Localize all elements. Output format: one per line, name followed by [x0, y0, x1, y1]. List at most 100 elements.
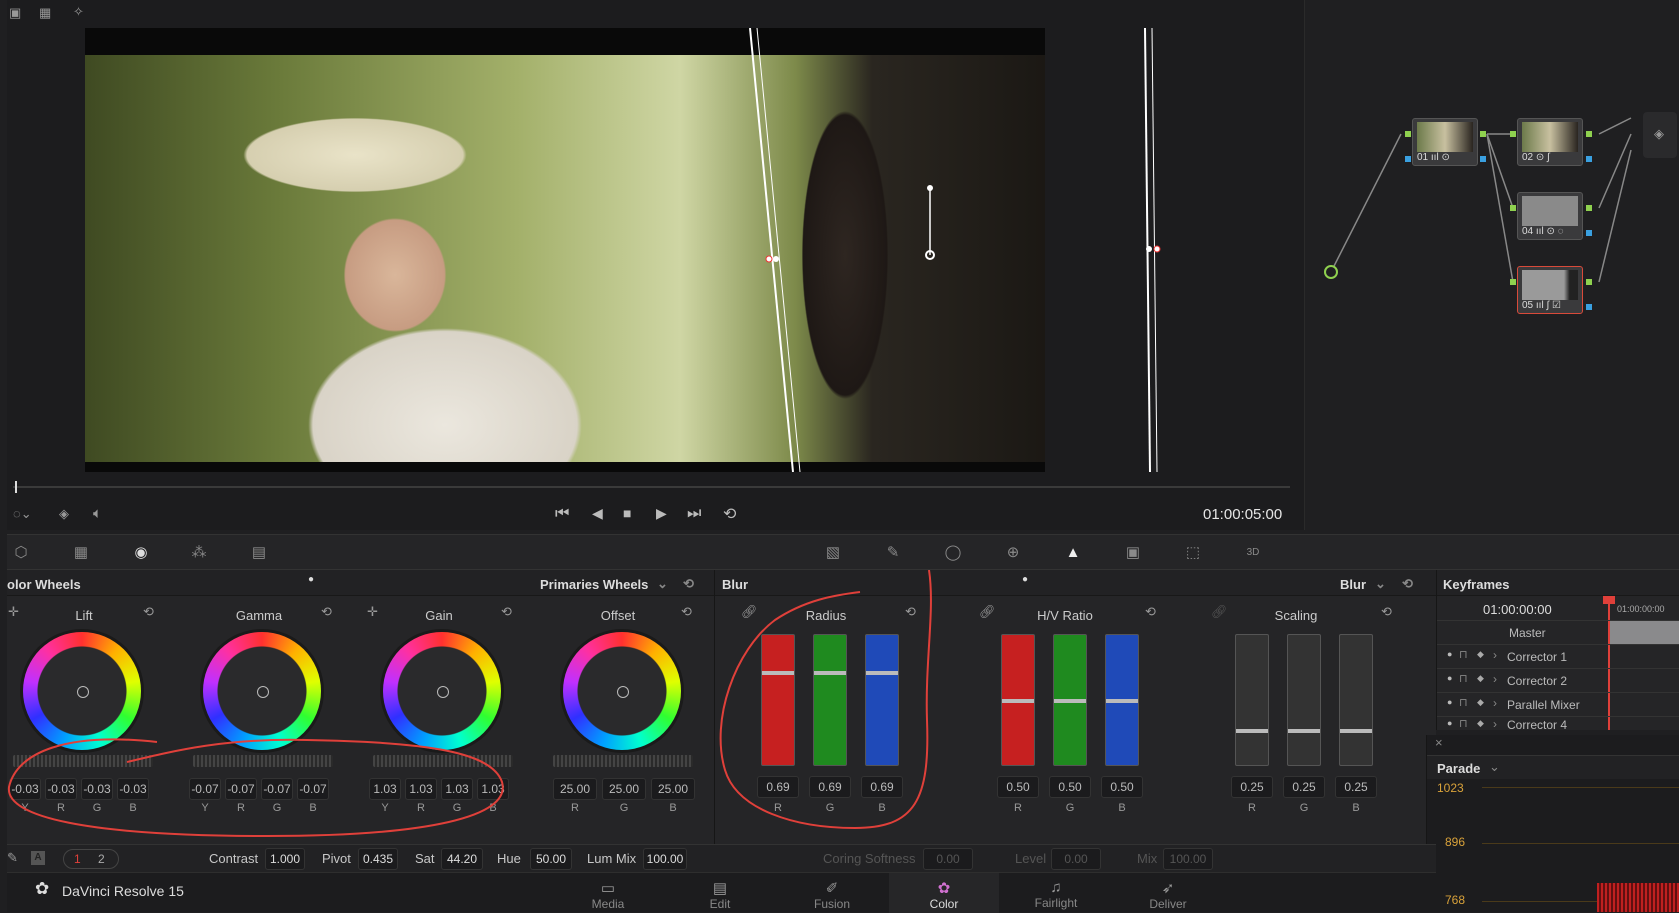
page-tab-color[interactable]: ✿ Color [889, 873, 999, 913]
node-source-input[interactable] [1324, 265, 1338, 279]
page-tab-fusion[interactable]: ✐ Fusion [777, 873, 887, 913]
color-wheels-icon[interactable]: ◉ [129, 543, 153, 563]
node-input-pin[interactable] [1510, 279, 1516, 285]
expand-arrow-icon[interactable]: › [1493, 717, 1497, 730]
offset-r-value[interactable]: 25.00 [553, 778, 597, 800]
auto-balance-icon[interactable]: A [31, 851, 45, 865]
node-editor[interactable]: ◈ 01 ııl ⊙ 02 ⊙ ∫ 04 ııl ⊙ ◌ 05 ııl ∫ ☑ [1304, 0, 1679, 530]
scaling-g-slider[interactable] [1287, 634, 1321, 766]
hv-g-value[interactable]: 0.50 [1049, 776, 1091, 798]
hv-g-slider[interactable] [1053, 634, 1087, 766]
lock-icon[interactable]: ⊓ [1459, 672, 1468, 685]
reset-icon[interactable]: ⟲ [321, 604, 332, 620]
go-to-end-icon[interactable]: ⏭︎ [687, 505, 701, 523]
scaling-r-value[interactable]: 0.25 [1231, 776, 1273, 798]
curves-icon[interactable]: ▧ [821, 543, 845, 563]
window-mode-icon[interactable]: ◌⌄ [13, 506, 32, 522]
enable-dot-icon[interactable]: ● [1447, 673, 1452, 683]
video-frame[interactable] [85, 28, 1045, 472]
offset-master-slider[interactable] [553, 755, 693, 767]
node-input-pin[interactable] [1510, 205, 1516, 211]
scaling-b-value[interactable]: 0.25 [1335, 776, 1377, 798]
node-output-pin[interactable] [1480, 131, 1486, 137]
window-overlay[interactable] [85, 28, 1045, 472]
offset-b-value[interactable]: 25.00 [651, 778, 695, 800]
tracker-icon[interactable]: ⊕ [1001, 543, 1025, 563]
3d-icon[interactable]: 3D [1241, 543, 1265, 563]
loop-icon[interactable]: ⟲ [723, 504, 736, 524]
hv-b-slider[interactable] [1105, 634, 1139, 766]
node-input-pin[interactable] [1510, 131, 1516, 137]
contrast-value[interactable]: 1.000 [265, 848, 305, 870]
magic-wand-icon[interactable]: ✧ [73, 4, 84, 20]
reset-icon[interactable]: ⟲ [501, 604, 512, 620]
hv-b-value[interactable]: 0.50 [1101, 776, 1143, 798]
pivot-value[interactable]: 0.435 [358, 848, 398, 870]
reset-icon[interactable]: ⟲ [143, 604, 154, 620]
key-icon[interactable]: ▣ [1121, 543, 1145, 563]
node-output-pin[interactable] [1586, 205, 1592, 211]
node-output-pin[interactable] [1480, 156, 1486, 162]
level-value[interactable]: 0.00 [1051, 848, 1101, 870]
enable-dot-icon[interactable]: ● [1447, 649, 1452, 659]
stop-icon[interactable]: ■ [623, 505, 631, 521]
scope-title[interactable]: Parade [1437, 761, 1480, 776]
expand-arrow-icon[interactable]: › [1493, 696, 1497, 710]
playhead[interactable] [15, 481, 17, 493]
expand-arrow-icon[interactable]: › [1493, 672, 1497, 686]
scaling-b-slider[interactable] [1339, 634, 1373, 766]
page-dot-icon[interactable]: ● [308, 574, 314, 585]
node-output-pin[interactable] [1586, 304, 1592, 310]
hv-r-slider[interactable] [1001, 634, 1035, 766]
keyframe-row-master[interactable]: Master [1437, 620, 1679, 645]
lummix-value[interactable]: 100.00 [643, 848, 687, 870]
link-icon[interactable]: 🔗︎ [1211, 604, 1228, 620]
diamond-icon[interactable]: ◆ [1477, 697, 1484, 708]
step-back-icon[interactable]: ◀ [592, 505, 603, 522]
keyframe-row[interactable]: ● ⊓ ◆ › Corrector 1 [1437, 644, 1679, 668]
wheels-mode-select[interactable]: Primaries Wheels [540, 577, 648, 592]
node-input-pin[interactable] [1405, 156, 1411, 162]
hv-r-value[interactable]: 0.50 [997, 776, 1039, 798]
hue-value[interactable]: 50.00 [530, 848, 572, 870]
gallery-grid-icon[interactable]: ▦ [39, 5, 51, 21]
color-match-icon[interactable]: ▦ [69, 543, 93, 563]
chevron-down-icon[interactable]: ⌄ [1375, 576, 1386, 592]
camera-raw-icon[interactable]: ⬡ [9, 543, 33, 563]
lock-icon[interactable]: ⊓ [1459, 696, 1468, 709]
diamond-icon[interactable]: ◆ [1477, 649, 1484, 660]
eyedropper-icon[interactable]: ✎ [7, 850, 18, 866]
crosshair-icon[interactable]: ✛ [367, 604, 378, 620]
scaling-g-value[interactable]: 0.25 [1283, 776, 1325, 798]
node-output-pin[interactable] [1586, 156, 1592, 162]
reset-icon[interactable]: ⟲ [681, 604, 692, 620]
diamond-icon[interactable]: ◆ [1477, 718, 1484, 729]
link-icon[interactable]: 🔗︎ [979, 604, 996, 620]
keyframe-playhead-handle[interactable] [1603, 596, 1615, 604]
coring-value[interactable]: 0.00 [923, 848, 973, 870]
crosshair-icon[interactable]: ✛ [8, 604, 19, 620]
page-dot-icon[interactable]: ● [1022, 574, 1028, 585]
power-window-icon[interactable]: ◯ [941, 543, 965, 563]
page-tab-edit[interactable]: ▤ Edit [665, 873, 775, 913]
node-input-pin[interactable] [1405, 131, 1411, 137]
node-output-pin[interactable] [1586, 230, 1592, 236]
layers-icon[interactable]: ◈ [59, 506, 69, 522]
keyframe-row[interactable]: ● ⊓ ◆ › Parallel Mixer [1437, 692, 1679, 716]
blur-icon[interactable]: ▲ [1061, 543, 1085, 563]
motion-effects-icon[interactable]: ▤ [247, 543, 271, 563]
sat-value[interactable]: 44.20 [441, 848, 483, 870]
play-icon[interactable]: ▶ [656, 505, 667, 522]
page-tab-deliver[interactable]: ➶ Deliver [1113, 873, 1223, 913]
rgb-mixer-icon[interactable]: ⁂ [187, 543, 211, 563]
scaling-r-slider[interactable] [1235, 634, 1269, 766]
reset-icon[interactable]: ⟲ [1145, 604, 1156, 620]
scrub-timeline[interactable] [13, 481, 1290, 493]
close-icon[interactable]: × [1435, 735, 1443, 750]
node-04[interactable]: 04 ııl ⊙ ◌ [1517, 192, 1583, 240]
offset-g-value[interactable]: 25.00 [602, 778, 646, 800]
volume-icon[interactable]: 🔈︎ [93, 505, 102, 522]
node-output-pin[interactable] [1586, 279, 1592, 285]
page-tab-media[interactable]: ▭ Media [553, 873, 663, 913]
node-02[interactable]: 02 ⊙ ∫ [1517, 118, 1583, 166]
